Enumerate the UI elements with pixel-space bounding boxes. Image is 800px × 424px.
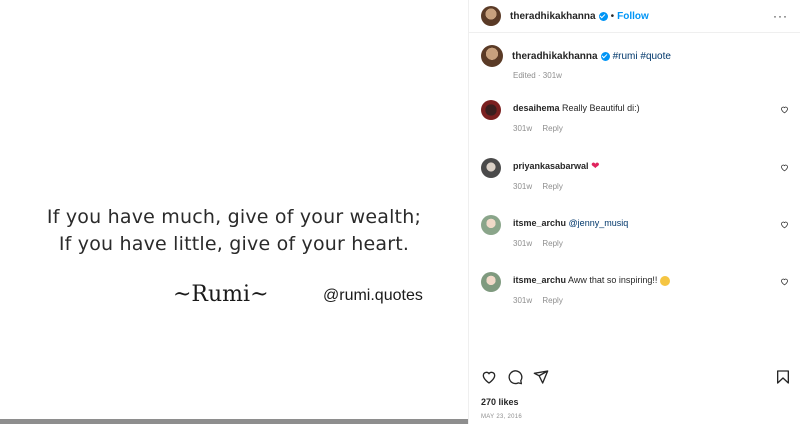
avatar[interactable] bbox=[481, 215, 501, 235]
separator-dot: • bbox=[610, 10, 615, 22]
quote-line-1: If you have much, give of your wealth; bbox=[46, 206, 422, 228]
caption-username[interactable]: theradhikakhanna bbox=[512, 51, 598, 62]
horizontal-scrollbar[interactable] bbox=[0, 419, 468, 424]
avatar[interactable] bbox=[481, 272, 501, 292]
reply-button[interactable]: Reply bbox=[542, 124, 562, 133]
comment-username[interactable]: itsme_archu bbox=[513, 275, 566, 285]
reply-button[interactable]: Reply bbox=[542, 296, 562, 305]
post-header: theradhikakhanna • Follow ··· bbox=[469, 0, 800, 33]
quote-handle: @rumi.quotes bbox=[323, 287, 423, 304]
more-horizontal-icon[interactable]: ··· bbox=[773, 9, 788, 23]
reply-button[interactable]: Reply bbox=[542, 182, 562, 191]
post-side-panel: theradhikakhanna • Follow ··· theradhika… bbox=[468, 0, 800, 424]
bookmark-icon[interactable] bbox=[775, 369, 791, 385]
red-heart-emoji: ❤ bbox=[591, 161, 600, 172]
comment-mention[interactable]: @jenny_musiq bbox=[569, 218, 629, 228]
comment-bubble-icon[interactable] bbox=[507, 369, 523, 385]
comment-age: 301w bbox=[513, 182, 533, 191]
comment-age: 301w bbox=[513, 239, 533, 248]
avatar[interactable] bbox=[481, 6, 501, 26]
avatar[interactable] bbox=[481, 158, 501, 178]
caption-hashtags[interactable]: #rumi #quote bbox=[613, 51, 671, 62]
share-send-icon[interactable] bbox=[533, 369, 549, 385]
heart-outline-icon[interactable] bbox=[780, 105, 789, 114]
comment-age: 301w bbox=[513, 296, 533, 305]
reply-button[interactable]: Reply bbox=[542, 239, 562, 248]
post-caption: theradhikakhanna #rumi #quote Edited · 3… bbox=[469, 33, 800, 93]
caption-meta: Edited · 301w bbox=[513, 71, 562, 80]
quote-author: ~Rumi~ bbox=[173, 282, 269, 307]
like-heart-icon[interactable] bbox=[481, 369, 497, 385]
comment-username[interactable]: priyankasabarwal bbox=[513, 161, 589, 171]
quote-line-2: If you have little, give of your heart. bbox=[58, 233, 410, 255]
comment-username[interactable]: desaihema bbox=[513, 103, 560, 113]
heart-outline-icon[interactable] bbox=[780, 163, 789, 172]
post-date: MAY 23, 2016 bbox=[481, 414, 523, 420]
comment-text: Really Beautiful di:) bbox=[562, 103, 640, 113]
verified-badge-icon bbox=[600, 51, 610, 61]
comment-age: 301w bbox=[513, 124, 533, 133]
post-image[interactable]: If you have much, give of your wealth; I… bbox=[0, 0, 468, 424]
verified-badge-icon bbox=[598, 11, 608, 21]
post-action-bar bbox=[481, 368, 791, 388]
header-username[interactable]: theradhikakhanna bbox=[510, 11, 596, 22]
smiling-emoji-icon bbox=[659, 275, 670, 286]
comment-text: Aww that so inspiring!! bbox=[568, 275, 660, 285]
follow-button[interactable]: Follow bbox=[617, 11, 649, 22]
avatar[interactable] bbox=[481, 45, 503, 67]
heart-outline-icon[interactable] bbox=[780, 220, 789, 229]
likes-count[interactable]: 270 likes bbox=[481, 397, 519, 407]
avatar[interactable] bbox=[481, 100, 501, 120]
heart-outline-icon[interactable] bbox=[780, 277, 789, 286]
comment-username[interactable]: itsme_archu bbox=[513, 218, 566, 228]
